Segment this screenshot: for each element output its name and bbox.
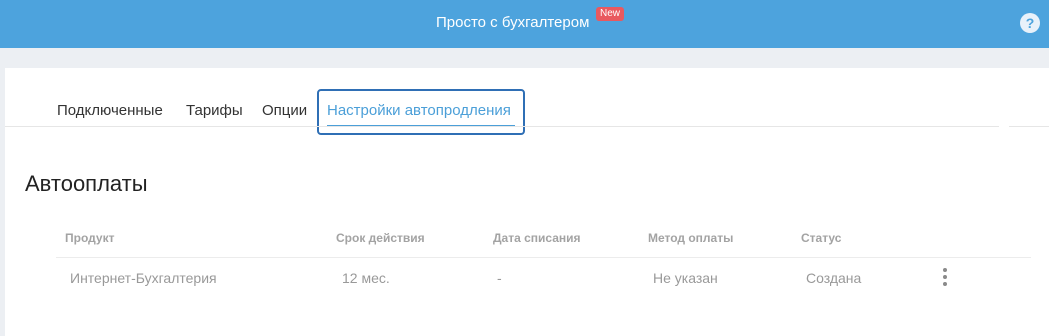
tab-autorenewal-settings[interactable]: Настройки автопродления: [327, 102, 511, 120]
kebab-menu-icon[interactable]: [941, 268, 949, 288]
column-header-status: Статус: [801, 231, 842, 245]
question-circle-icon[interactable]: ?: [1020, 13, 1040, 33]
tab-options[interactable]: Опции: [262, 102, 307, 120]
app-title: Просто с бухгалтером: [436, 14, 590, 31]
top-bar: Просто с бухгалтером New ?: [0, 0, 1049, 48]
column-header-charge-date: Дата списания: [493, 231, 581, 245]
column-header-payment-method: Метод оплаты: [648, 231, 734, 245]
cell-payment-method: Не указан: [653, 270, 718, 286]
cell-validity: 12 мес.: [342, 270, 390, 286]
main-panel: Подключенные Тарифы Опции Настройки авто…: [5, 68, 1049, 336]
new-badge: New: [596, 7, 625, 21]
tab-connected[interactable]: Подключенные: [57, 102, 163, 120]
tabs-divider-right: [1009, 126, 1049, 127]
table-divider: [56, 257, 1031, 258]
column-header-product: Продукт: [65, 231, 115, 245]
cell-charge-date: -: [497, 270, 502, 286]
tabs-divider: [5, 126, 999, 127]
cell-product: Интернет-Бухгалтерия: [70, 270, 217, 286]
page-title: Автооплаты: [25, 171, 148, 196]
cell-status: Создана: [806, 270, 862, 286]
tab-tariffs[interactable]: Тарифы: [186, 102, 243, 120]
column-header-validity: Срок действия: [336, 231, 425, 245]
